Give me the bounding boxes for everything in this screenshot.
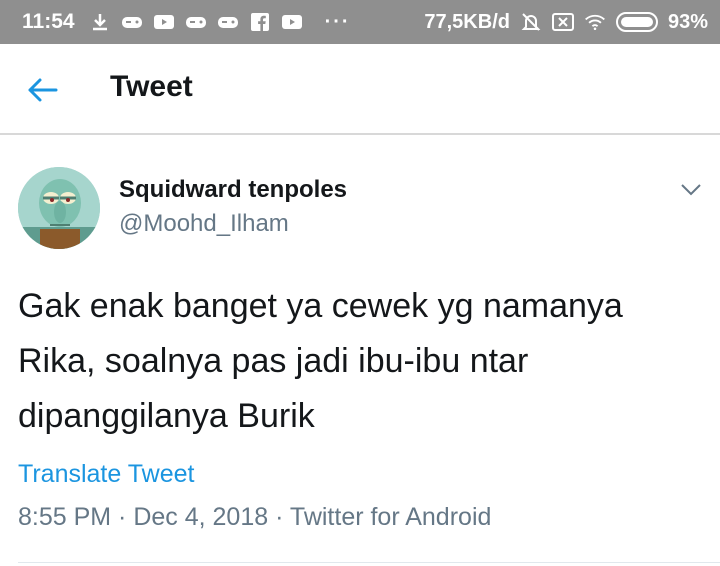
overflow-dots: ···: [324, 10, 351, 33]
tweet-time: 8:55 PM: [18, 503, 112, 531]
battery-icon: [615, 12, 658, 32]
notification-icons: [89, 11, 303, 33]
sim-icon: [551, 11, 574, 33]
tweet-text-line: Rika, soalnya pas jadi ibu-ibu ntar: [18, 342, 529, 380]
tweet-text-line: dipanggilanya Burik: [18, 397, 315, 435]
status-time: 11:54: [22, 10, 75, 33]
youtube-icon: [281, 11, 303, 33]
network-speed: 77,5KB/d: [424, 10, 510, 33]
app-header: Tweet: [0, 44, 720, 134]
system-status: 77,5KB/d 93%: [424, 11, 708, 34]
translate-tweet-link[interactable]: Translate Tweet: [18, 460, 194, 489]
tweet-divider: [18, 562, 720, 563]
author-handle[interactable]: @Moohd_Ilham: [119, 210, 289, 238]
gamepad-icon: [217, 11, 239, 33]
back-button[interactable]: [22, 72, 62, 108]
facebook-icon: [249, 11, 271, 33]
tweet-meta: 8:55 PM · Dec 4, 2018 · Twitter for Andr…: [18, 503, 491, 532]
meta-separator: ·: [268, 503, 290, 531]
alarm-off-icon: [520, 11, 542, 33]
header-divider: [0, 133, 720, 135]
meta-separator: ·: [111, 503, 134, 531]
tweet-source-link[interactable]: Twitter for Android: [290, 503, 491, 531]
battery-percent: 93%: [667, 10, 708, 33]
gamepad-icon: [121, 11, 143, 33]
tweet-date: Dec 4, 2018: [133, 503, 269, 531]
wifi-icon: [584, 11, 606, 33]
tweet-text-line: Gak enak banget ya cewek yg namanya: [18, 287, 623, 325]
tweet-text: Gak enak banget ya cewek yg namanya Rika…: [18, 279, 708, 444]
chevron-down-icon: [681, 184, 701, 196]
tweet-options-button[interactable]: [678, 178, 704, 202]
gamepad-icon: [185, 11, 207, 33]
page-title: Tweet: [110, 70, 193, 103]
avatar[interactable]: [18, 167, 100, 249]
arrow-left-icon: [28, 78, 58, 102]
download-icon: [89, 11, 111, 33]
status-bar: 11:54 ··· 77,5KB/d 93%: [0, 0, 720, 44]
author-name[interactable]: Squidward tenpoles: [119, 176, 347, 204]
youtube-icon: [153, 11, 175, 33]
